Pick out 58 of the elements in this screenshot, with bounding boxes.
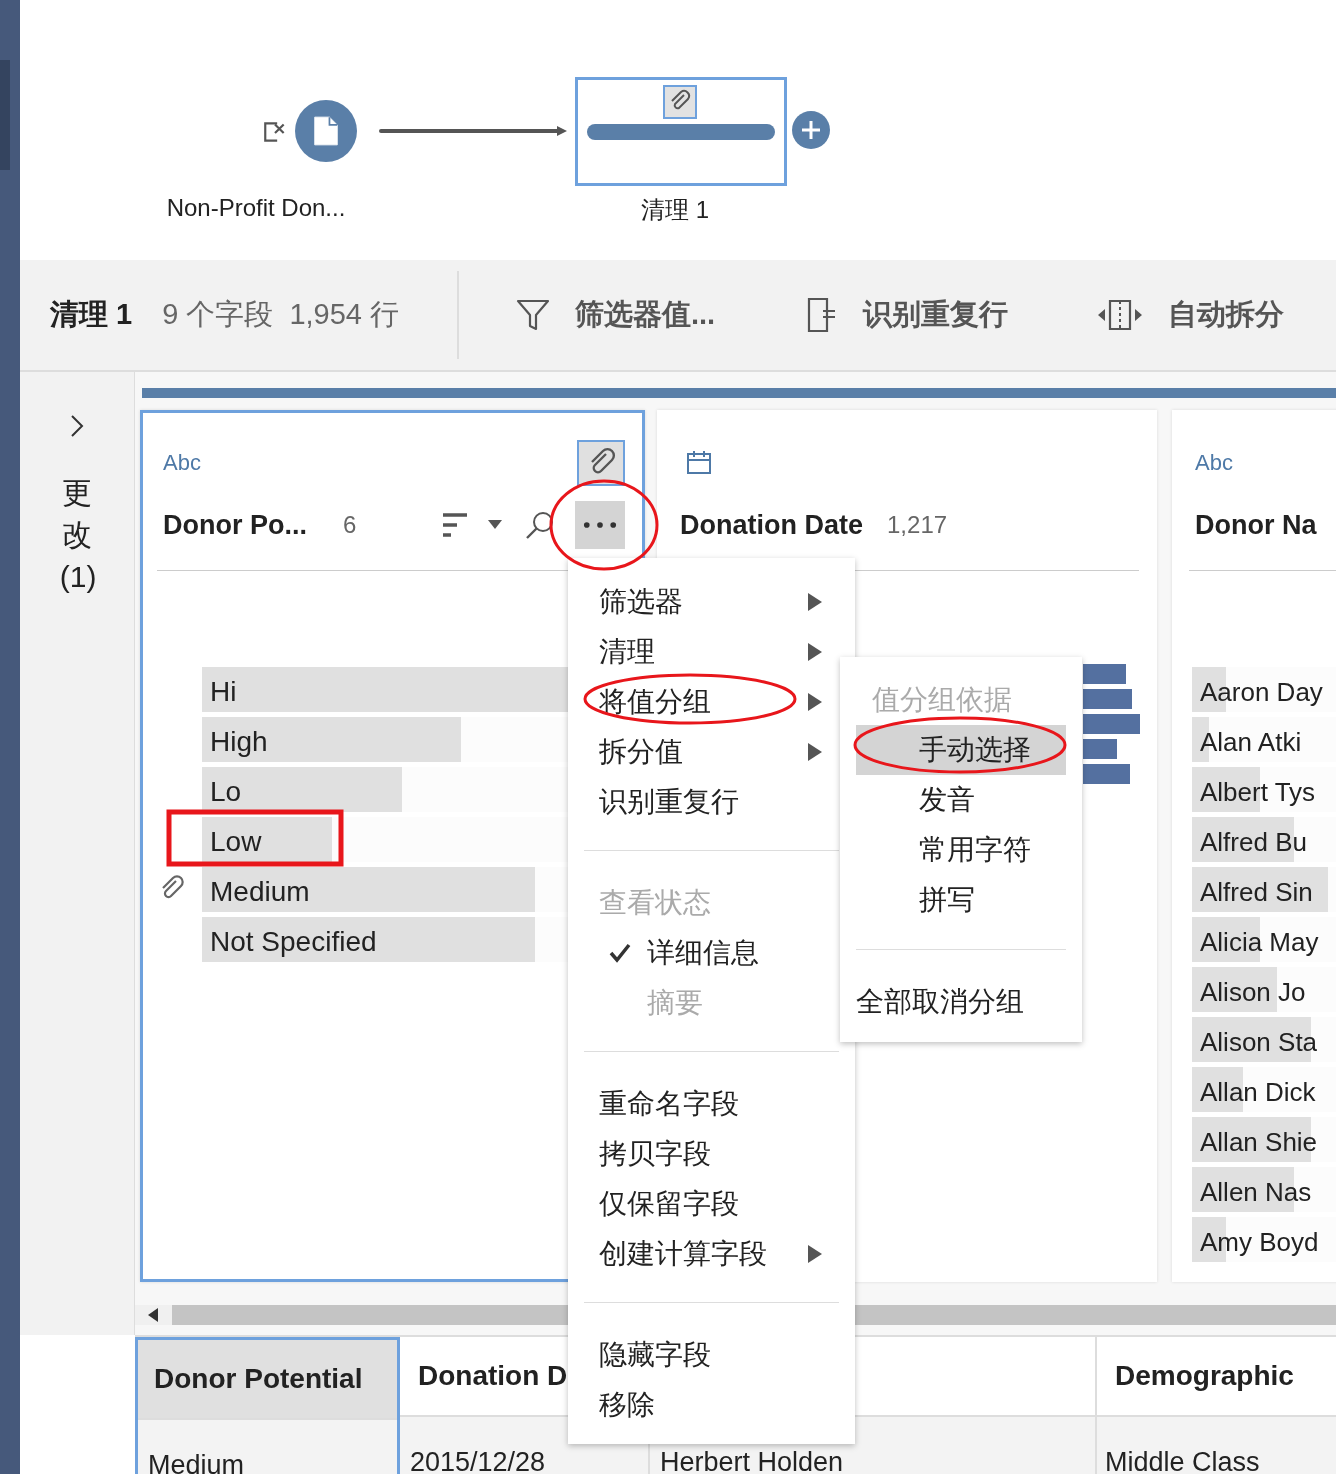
value-count: 1,217: [887, 511, 948, 539]
node-label: 清理 1: [641, 195, 709, 225]
toolbar-button[interactable]: 筛选器值...: [515, 295, 716, 335]
value-count: 6: [343, 511, 357, 539]
field-name: Donor Na: [1195, 509, 1317, 541]
table-cell: Herbert Holden: [660, 1447, 844, 1474]
menu-item[interactable]: 移除: [568, 1380, 855, 1430]
paperclip-icon[interactable]: [577, 439, 625, 486]
submenu-arrow-icon: [808, 743, 822, 761]
column-header[interactable]: Demographic: [1115, 1360, 1294, 1392]
calendar-icon[interactable]: [686, 449, 712, 476]
menu-item[interactable]: 全部取消分组: [840, 977, 1082, 1027]
menu-item[interactable]: 隐藏字段: [568, 1330, 855, 1380]
add-step-icon[interactable]: [791, 110, 831, 150]
menu-item[interactable]: 发音: [856, 775, 1066, 825]
node-label: Non-Profit Don...: [166, 194, 346, 222]
menu-item[interactable]: 拼写: [856, 875, 1066, 925]
value-label[interactable]: High: [210, 726, 268, 758]
caret-icon[interactable]: [488, 520, 502, 530]
row-count: 1,954 行: [289, 297, 399, 332]
value-label[interactable]: Amy Boyd: [1200, 1227, 1319, 1258]
profile-card[interactable]: Abc Donor Na Aaron Day Alan Atki Albert Tys Alfred Bu Alfred Sin Alicia May Alison Jo Alison Sta Allan Dick Allan Shie Allen Nas Amy Boyd: [1172, 410, 1336, 1282]
step-title: 清理 1: [50, 297, 133, 332]
clean-node[interactable]: [575, 77, 787, 186]
submenu-arrow-icon: [808, 693, 822, 711]
value-label[interactable]: Aaron Day: [1200, 677, 1323, 708]
value-label[interactable]: Hi: [210, 676, 237, 708]
filter-icon: [515, 297, 551, 333]
chevron-icon[interactable]: [69, 414, 85, 438]
table-cell: 2015/12/28: [410, 1447, 546, 1474]
menu-item[interactable]: 手动选择: [856, 725, 1066, 775]
field-name: Donor Po...: [163, 509, 307, 541]
field-count: 9 个字段: [162, 297, 274, 332]
value-label[interactable]: Medium: [210, 876, 310, 908]
menu-item[interactable]: 常用字符: [856, 825, 1066, 875]
more-icon: [583, 521, 617, 529]
column-header[interactable]: Donor Potential: [138, 1340, 397, 1420]
value-label[interactable]: Lo: [210, 776, 242, 808]
sort-icon[interactable]: [441, 511, 469, 539]
submenu-arrow-icon: [808, 1245, 822, 1263]
type-label[interactable]: Abc: [1195, 449, 1233, 476]
column-header[interactable]: Donation D: [418, 1360, 568, 1392]
value-label[interactable]: Low: [210, 826, 262, 858]
value-label[interactable]: Alan Atki: [1200, 727, 1302, 758]
paperclip-icon: [663, 85, 697, 119]
changes-label[interactable]: 更改(1): [59, 472, 95, 598]
field-name: Donation Date: [680, 509, 863, 541]
toolbar-button[interactable]: 识别重复行: [803, 295, 1009, 335]
more-button[interactable]: [575, 501, 625, 549]
document-icon: [313, 115, 339, 147]
menu-header: 值分组依据: [872, 683, 1012, 717]
submenu-arrow-icon: [808, 593, 822, 611]
scroll-left-icon[interactable]: [148, 1308, 158, 1322]
type-label[interactable]: Abc: [163, 449, 201, 476]
toolbar-button[interactable]: 自动拆分: [1096, 295, 1285, 335]
submenu-arrow-icon: [808, 643, 822, 661]
table-cell: Medium: [148, 1450, 245, 1474]
table-cell: Middle Class: [1105, 1447, 1260, 1474]
